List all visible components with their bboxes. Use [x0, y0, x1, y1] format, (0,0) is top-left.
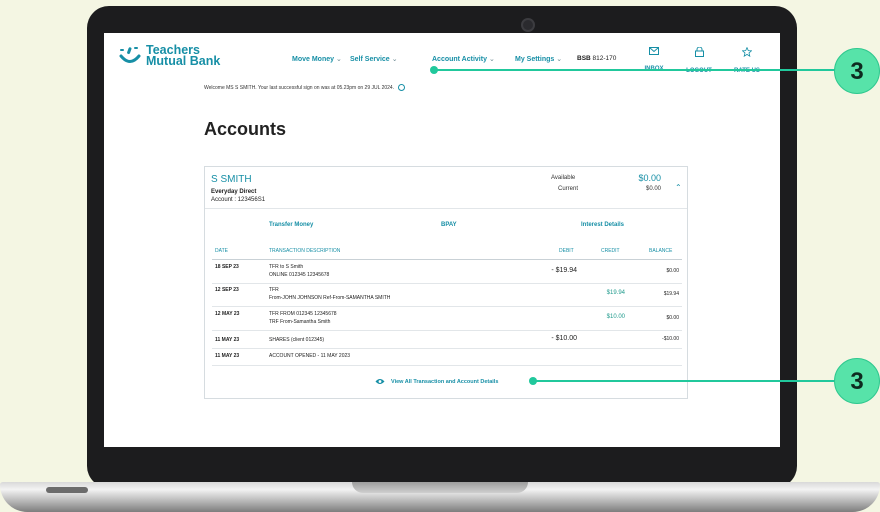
nav-my-settings[interactable]: My Settings ⌄: [515, 55, 562, 63]
logo-line-2: Mutual Bank: [146, 54, 221, 68]
view-all-transactions-link[interactable]: View All Transaction and Account Details: [375, 378, 498, 385]
row-description-line-1: SHARES (client 012345): [269, 337, 325, 343]
chevron-up-icon[interactable]: ⌃: [675, 183, 682, 192]
welcome-message: Welcome MS S SMITH. Your last successful…: [204, 84, 406, 91]
bsb-label: BSB: [577, 55, 591, 62]
laptop-port: [46, 487, 88, 493]
lock-icon: [694, 47, 704, 57]
account-card: S SMITH Everyday Direct Account : 123456…: [204, 166, 688, 399]
camera-icon: [521, 18, 535, 32]
nav-move-money[interactable]: Move Money ⌄: [292, 55, 342, 63]
chevron-down-icon: ⌄: [556, 56, 563, 63]
row-description-line-1: TFR: [269, 287, 279, 293]
account-header[interactable]: S SMITH Everyday Direct Account : 123456…: [205, 167, 687, 209]
row-description-line-1: ACCOUNT OPENED - 11 MAY 2023: [269, 353, 351, 359]
bank-logo[interactable]: Teachers Mutual Bank: [118, 44, 221, 68]
row-credit: $19.94: [606, 290, 625, 296]
current-value: $0.00: [645, 186, 661, 192]
available-value: $0.00: [638, 173, 661, 183]
row-balance: $0.00: [666, 268, 679, 274]
row-date: 18 SEP 23: [215, 264, 239, 270]
row-divider: [212, 283, 682, 284]
row-date: 12 SEP 23: [215, 287, 239, 293]
callout-line: [533, 380, 850, 382]
browser-screen: Teachers Mutual Bank Move Money ⌄ Self Se…: [104, 33, 780, 447]
view-all-label: View All Transaction and Account Details: [391, 378, 499, 385]
chevron-down-icon: ⌄: [336, 56, 342, 63]
logo-text: Teachers Mutual Bank: [146, 44, 221, 68]
nav-label: Self Service: [350, 56, 390, 63]
row-divider: [212, 365, 682, 366]
row-date: 11 MAY 23: [215, 337, 240, 343]
transfer-money-link[interactable]: Transfer Money: [269, 222, 313, 228]
account-holder-name: S SMITH: [211, 174, 252, 185]
col-header-debit: DEBIT: [559, 248, 574, 254]
row-debit: - $10.00: [551, 335, 577, 342]
row-debit: - $19.94: [551, 267, 577, 274]
row-description-line-2: From-JOHN JOHNSON Ref-From-SAMANTHA SMIT…: [269, 295, 391, 301]
row-credit: $10.00: [606, 314, 625, 320]
bpay-link[interactable]: BPAY: [441, 222, 457, 228]
current-label: Current: [558, 186, 579, 192]
col-header-date: DATE: [215, 248, 228, 254]
chevron-down-icon: ⌄: [488, 56, 495, 63]
row-description-line-1: TFR to S Smith: [269, 264, 304, 270]
interest-details-link[interactable]: Interest Details: [581, 222, 624, 228]
row-description-line-2: TRF From-Samantha Smith: [269, 319, 331, 325]
info-icon[interactable]: [398, 84, 406, 91]
logout-button[interactable]: LOGOUT: [679, 47, 719, 77]
nav-account-activity[interactable]: Account Activity ⌄: [432, 55, 495, 63]
available-label: Available: [551, 175, 576, 181]
row-divider: [212, 348, 682, 349]
eye-icon: [375, 379, 385, 384]
col-header-description: TRANSACTION DESCRIPTION: [269, 248, 341, 254]
callout-badge: 3: [834, 358, 880, 404]
callout-line: [434, 69, 850, 71]
account-type: Everyday Direct: [211, 189, 257, 195]
page-title: Accounts: [204, 119, 287, 139]
account-number: Account : 123456S1: [211, 197, 266, 203]
smile-logo-icon: [118, 45, 142, 67]
bsb-display: BSB 812-170: [577, 55, 616, 62]
row-balance: $0.00: [666, 315, 679, 321]
row-divider: [212, 306, 682, 307]
nav-self-service[interactable]: Self Service ⌄: [350, 55, 398, 63]
table-divider: [212, 259, 682, 260]
col-header-balance: BALANCE: [649, 248, 673, 254]
row-description-line-2: ONLINE 012345 12345678: [269, 272, 330, 278]
row-divider: [212, 330, 682, 331]
laptop-notch: [352, 482, 528, 493]
star-icon: [742, 47, 752, 57]
row-balance: $19.94: [663, 291, 679, 297]
row-description-line-1: TFR FROM 012345 12345678: [269, 311, 337, 317]
chevron-down-icon: ⌄: [391, 56, 398, 63]
col-header-credit: CREDIT: [601, 248, 620, 254]
callout-badge: 3: [834, 48, 880, 94]
welcome-text: Welcome MS S SMITH. Your last successful…: [204, 84, 395, 91]
envelope-icon: [649, 47, 659, 55]
rate-us-button[interactable]: RATE US: [727, 47, 767, 77]
nav-label: My Settings: [515, 56, 555, 63]
row-date: 12 MAY 23: [215, 311, 240, 317]
nav-label: Account Activity: [432, 56, 487, 63]
nav-label: Move Money: [292, 56, 335, 63]
row-date: 11 MAY 23: [215, 353, 240, 359]
row-balance: -$10.00: [662, 336, 679, 342]
inbox-button[interactable]: INBOX: [634, 47, 674, 75]
bsb-value: 812-170: [592, 55, 617, 62]
